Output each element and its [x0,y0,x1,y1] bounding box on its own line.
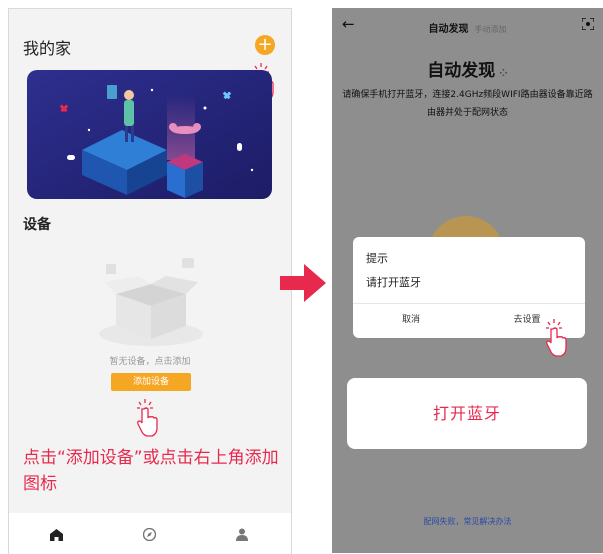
instruction-text: 点击“添加设备”或点击右上角添加图标 [23,448,279,494]
hero-title: 自动发现 ⁘ [427,61,508,81]
manual-add-tab[interactable]: 手动添加 [475,25,507,34]
home-title: 我的家 [23,39,72,58]
open-bluetooth-button[interactable]: 打开蓝牙 [347,378,587,449]
pointing-hand-icon [546,319,567,357]
nav-bar: 自动发现 手动添加 [332,20,603,35]
pointing-hand-icon [137,399,158,437]
home-icon[interactable] [50,529,63,541]
add-device-icon-button[interactable]: + [255,35,275,55]
empty-devices-text: 暂无设备，点击添加 [109,357,191,367]
nav-title: 自动发现 [428,24,469,35]
compass-icon[interactable] [143,528,156,541]
dialog-message: 请打开蓝牙 [366,276,421,289]
loading-spinner-icon: ⁘ [499,68,508,79]
device-section-title: 设备 [23,217,51,233]
cancel-button[interactable]: 取消 [353,303,469,338]
hero-description: 请确保手机打开蓝牙，连接2.4GHz频段WIFI路由器设备靠近路由器并处于配网状… [342,90,593,118]
home-screen: 我的家 + 设备 暂无设备，点击添加 添加设备 点击“添加设备”或点击右上角添加… [8,8,292,554]
smart-home-banner [27,70,272,199]
scan-icon[interactable] [582,18,594,30]
bottom-tab-bar [9,513,291,554]
add-device-button[interactable]: 添加设备 [111,373,191,391]
auto-discovery-screen: ← 自动发现 手动添加 自动发现 ⁘ 请确保手机打开蓝牙，连接2.4GHz频段WIF… [332,8,603,553]
dialog-title: 提示 [366,252,388,265]
help-link[interactable]: 配网失败，常见解决办法 [332,516,603,527]
empty-box-illustration [99,258,203,346]
right-arrow-icon [280,264,326,302]
person-icon[interactable] [236,528,248,541]
